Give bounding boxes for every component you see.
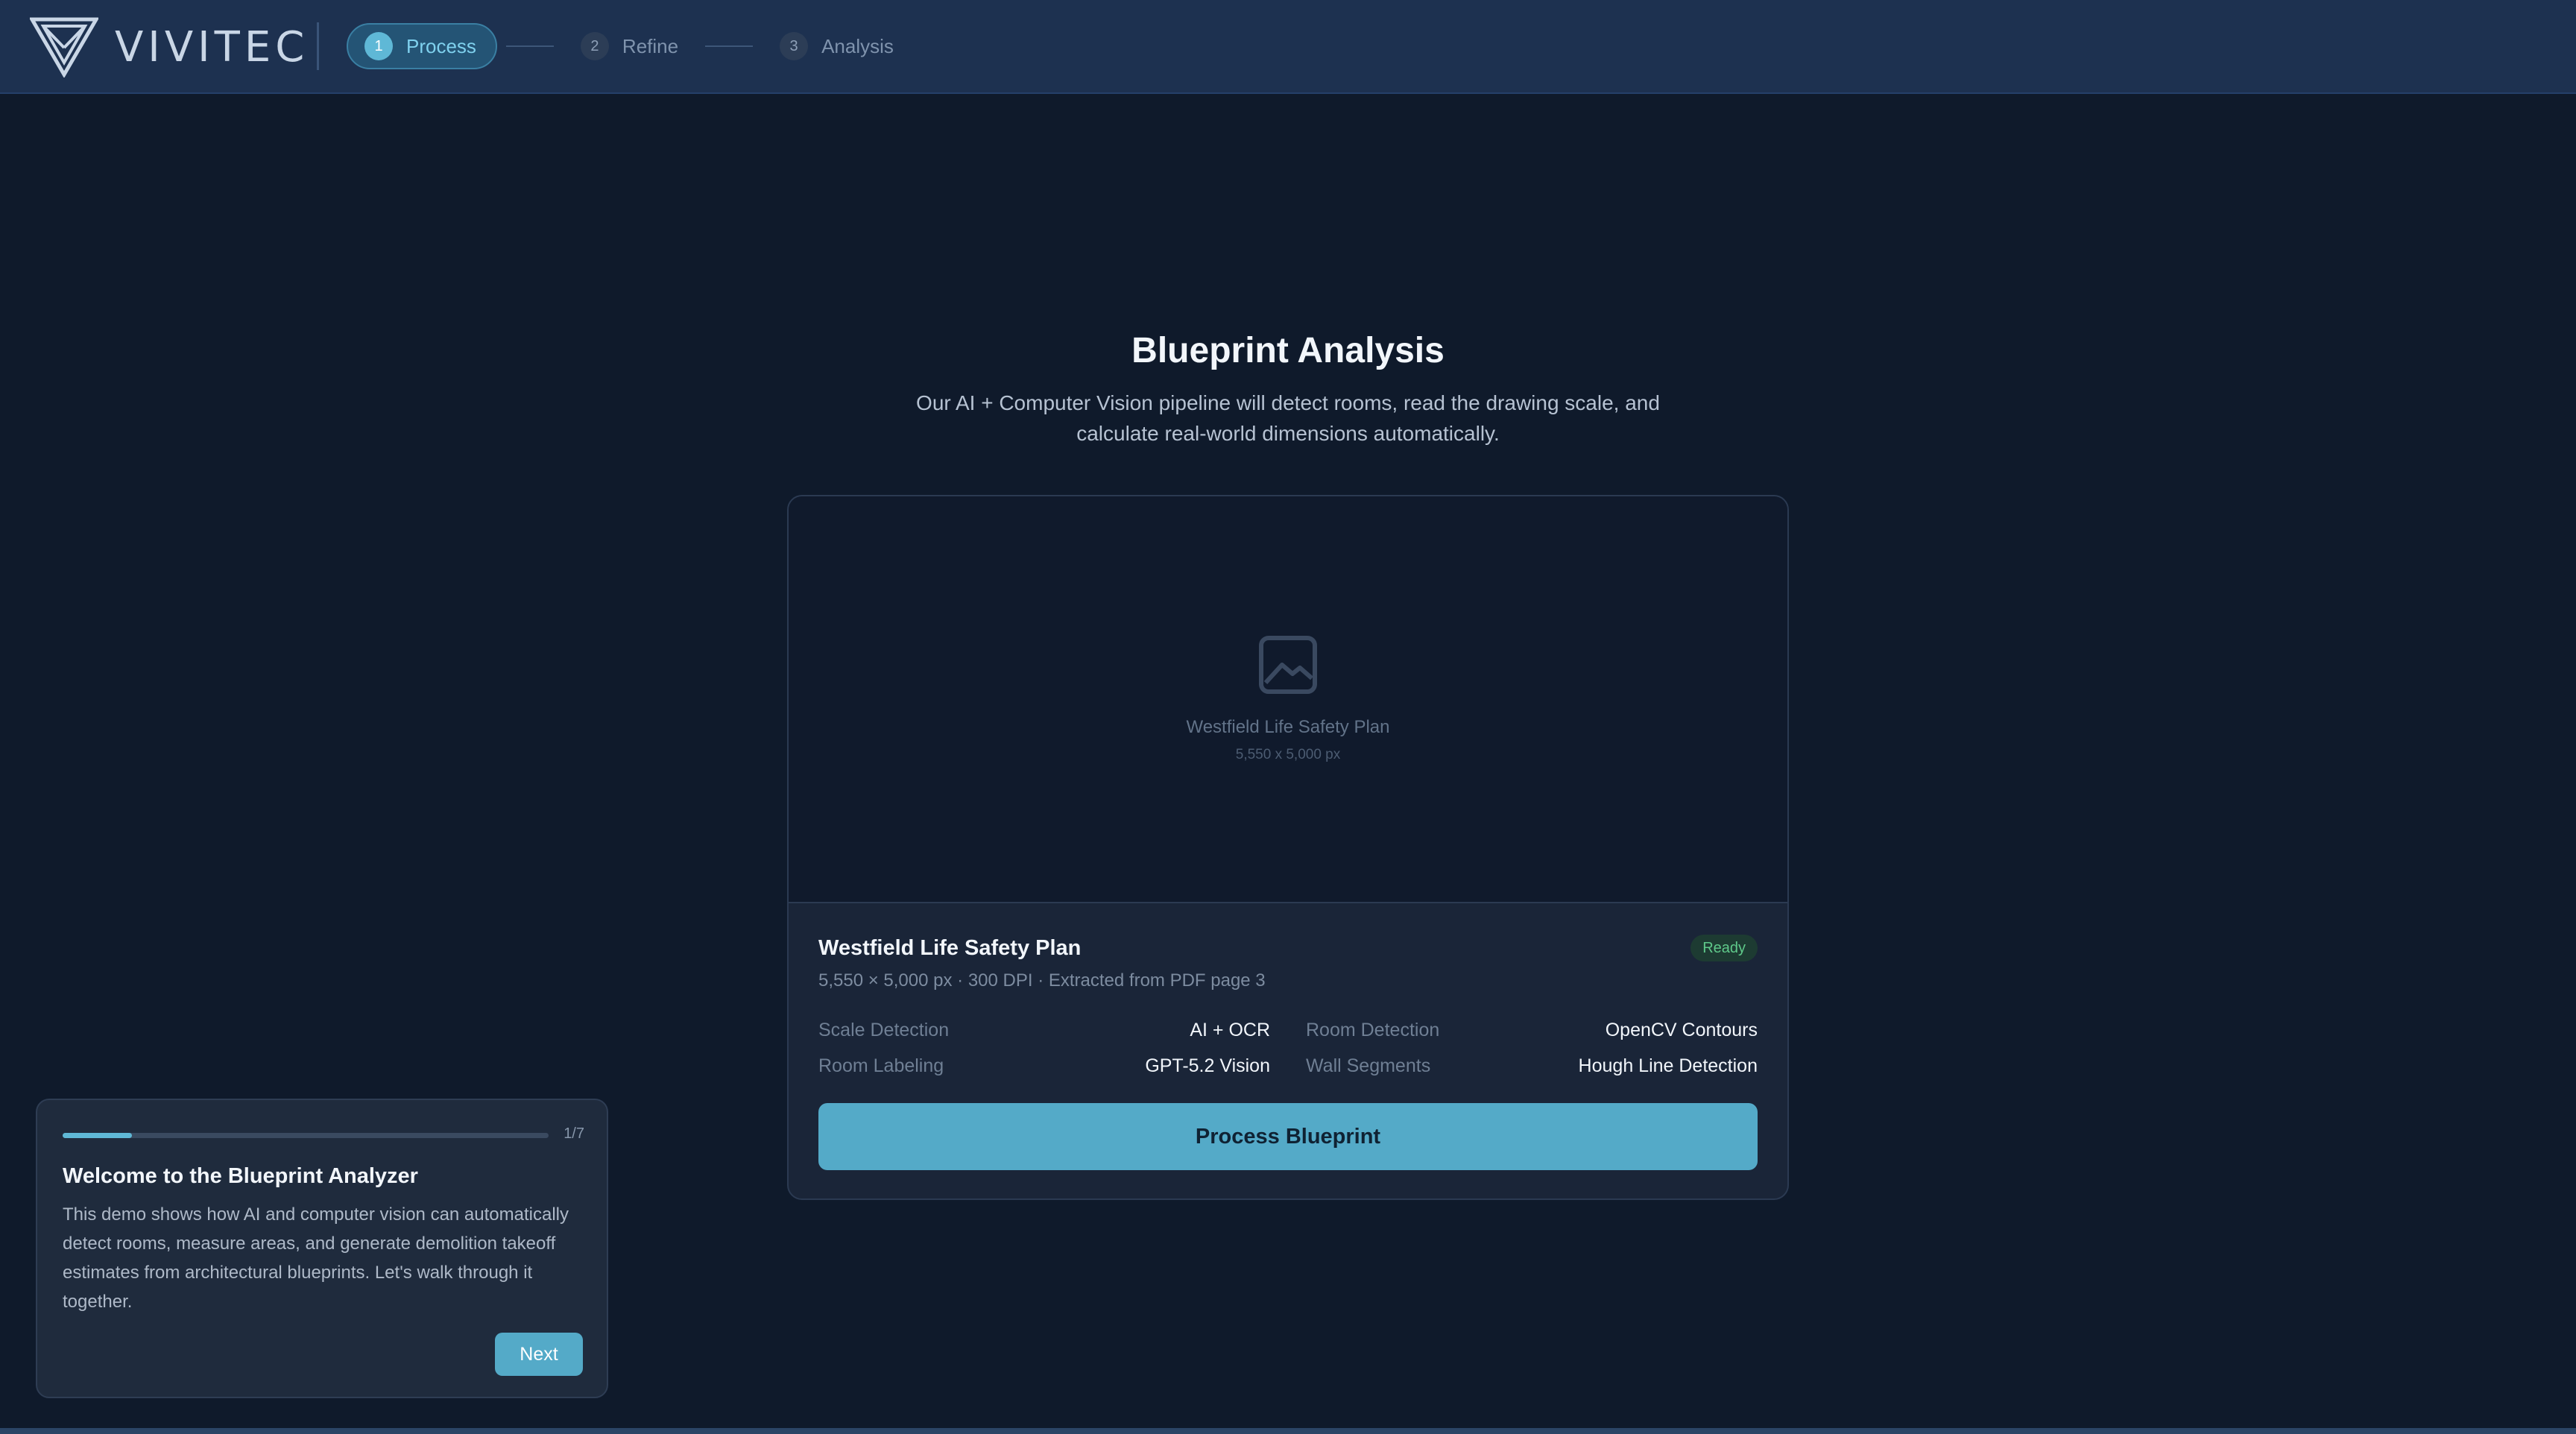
step-refine[interactable]: 2 Refine	[563, 23, 696, 69]
spec-row: Room Labeling GPT-5.2 Vision	[818, 1051, 1270, 1081]
file-meta: 5,550 × 5,000 px · 300 DPI · Extracted f…	[818, 970, 1266, 991]
page-title: Blueprint Analysis	[1131, 331, 1445, 370]
page-subtitle: Our AI + Computer Vision pipeline will d…	[916, 391, 1660, 445]
process-blueprint-button[interactable]: Process Blueprint	[818, 1103, 1758, 1170]
spec-row: Scale Detection AI + OCR	[818, 1015, 1270, 1045]
tour-next-button[interactable]: Next	[495, 1333, 583, 1376]
spec-value: AI + OCR	[1190, 1019, 1270, 1040]
blueprint-card: Westfield Life Safety Plan 5,550 x 5,000…	[787, 495, 1789, 1200]
image-placeholder-icon	[1259, 636, 1317, 694]
triangle-v-logo-icon	[30, 17, 98, 78]
step-analysis[interactable]: 3 Analysis	[762, 23, 912, 69]
header-divider	[317, 22, 319, 70]
blueprint-preview[interactable]: Westfield Life Safety Plan 5,550 x 5,000…	[789, 496, 1787, 903]
pipeline-specs: Scale Detection AI + OCR Room Detection …	[818, 1015, 1758, 1090]
preview-dimensions: 5,550 x 5,000 px	[1235, 747, 1341, 762]
preview-filename: Westfield Life Safety Plan	[1186, 717, 1390, 737]
tour-step-counter: 1/7	[564, 1125, 584, 1142]
stepper: 1 Process 2 Refine 3 Analysis	[347, 23, 912, 69]
spec-row: Room Detection OpenCV Contours	[1306, 1015, 1758, 1045]
step-label: Analysis	[821, 34, 894, 57]
tour-description: This demo shows how AI and computer visi…	[63, 1204, 569, 1312]
onboarding-tour-popover: 1/7 Welcome to the Blueprint Analyzer Th…	[36, 1099, 608, 1398]
tour-progress-bar	[63, 1133, 549, 1138]
spec-label: Scale Detection	[818, 1019, 950, 1040]
step-connector	[705, 45, 754, 47]
tour-title: Welcome to the Blueprint Analyzer	[63, 1164, 418, 1188]
app-window: VIVITEC 1 Process 2 Refine 3 Analysis Bl…	[0, 0, 2576, 1434]
spec-row: Wall Segments Hough Line Detection	[1306, 1051, 1758, 1081]
step-label: Process	[406, 34, 476, 57]
step-number: 3	[780, 32, 809, 60]
window-bottom-edge	[0, 1428, 2576, 1434]
spec-value: GPT-5.2 Vision	[1145, 1055, 1270, 1076]
spec-label: Room Detection	[1306, 1019, 1440, 1040]
step-label: Refine	[622, 34, 679, 57]
file-title: Westfield Life Safety Plan	[818, 936, 1082, 960]
brand-logo[interactable]: VIVITEC	[30, 15, 309, 79]
spec-value: OpenCV Contours	[1605, 1019, 1758, 1040]
step-number: 2	[580, 32, 609, 60]
step-number: 1	[364, 32, 393, 60]
brand-name: VIVITEC	[115, 22, 309, 72]
spec-value: Hough Line Detection	[1578, 1055, 1758, 1076]
step-process[interactable]: 1 Process	[347, 23, 497, 69]
top-header: VIVITEC 1 Process 2 Refine 3 Analysis	[0, 0, 2576, 94]
status-badge: Ready	[1690, 935, 1758, 961]
spec-label: Wall Segments	[1306, 1055, 1431, 1076]
spec-label: Room Labeling	[818, 1055, 944, 1076]
tour-progress-fill	[63, 1133, 133, 1138]
step-connector	[505, 45, 554, 47]
